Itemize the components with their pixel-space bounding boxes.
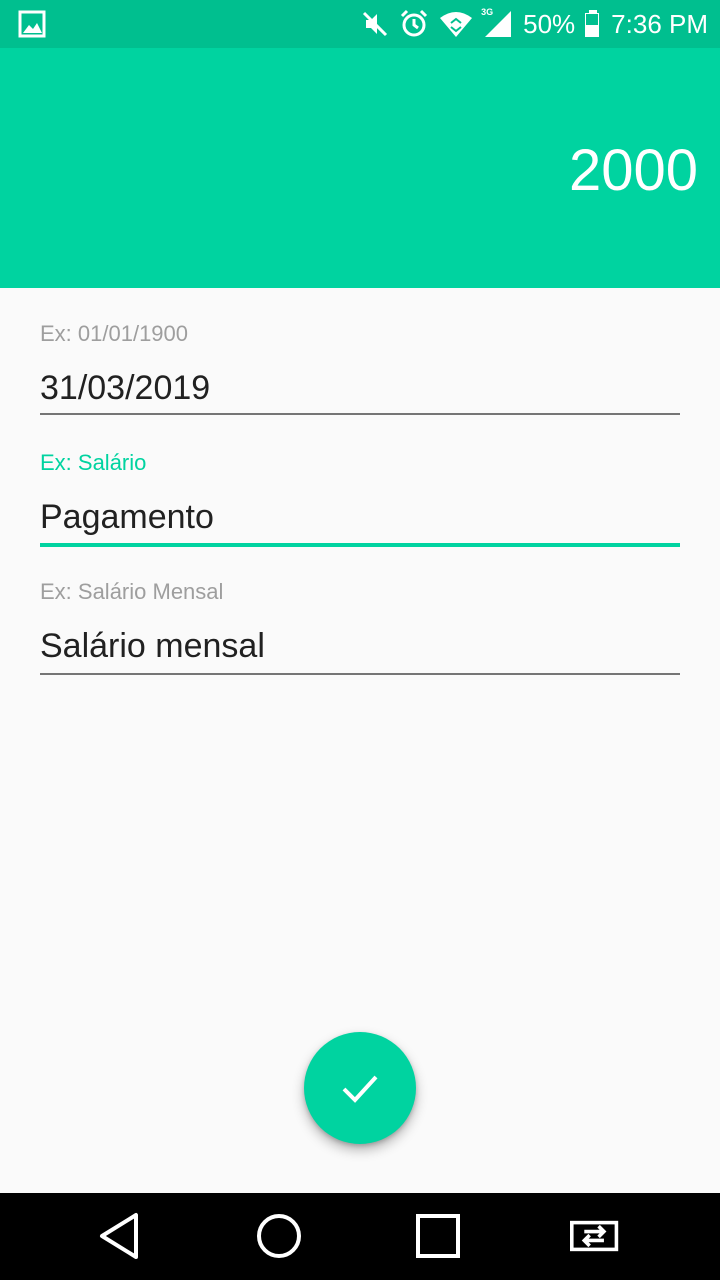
cell-signal-icon: 3G xyxy=(481,7,513,39)
navigation-bar xyxy=(0,1193,720,1280)
description-field-underline xyxy=(40,673,680,675)
category-field-underline xyxy=(40,543,680,547)
amount-value: 2000 xyxy=(568,138,698,203)
description-field-hint: Ex: Salário Mensal xyxy=(40,579,224,604)
image-notification-icon xyxy=(18,10,46,38)
status-bar: 3G 50% 7:36 PM xyxy=(0,0,720,48)
category-field-value[interactable]: Pagamento xyxy=(40,495,680,539)
category-field-hint: Ex: Salário xyxy=(40,450,147,475)
date-field-underline xyxy=(40,413,680,415)
check-icon xyxy=(342,1075,378,1103)
date-field[interactable]: Ex: 01/01/1900 31/03/2019 xyxy=(40,320,680,415)
battery-percent: 50% xyxy=(523,9,576,39)
mute-icon xyxy=(363,11,388,37)
clock: 7:36 PM xyxy=(611,9,708,39)
alarm-icon xyxy=(401,9,428,37)
home-icon[interactable] xyxy=(254,1211,304,1261)
amount-header: 2000 xyxy=(0,48,720,288)
description-field-value[interactable]: Salário mensal xyxy=(40,624,680,668)
description-field[interactable]: Ex: Salário Mensal Salário mensal xyxy=(40,578,680,675)
battery-icon xyxy=(585,10,601,38)
date-field-hint: Ex: 01/01/1900 xyxy=(40,321,189,346)
recents-icon[interactable] xyxy=(413,1211,463,1261)
switch-apps-icon[interactable] xyxy=(570,1211,620,1261)
category-field[interactable]: Ex: Salário Pagamento xyxy=(40,449,680,547)
wifi-icon xyxy=(440,12,473,37)
back-icon[interactable] xyxy=(96,1211,146,1261)
confirm-button[interactable] xyxy=(304,1032,416,1144)
date-field-value[interactable]: 31/03/2019 xyxy=(40,366,680,410)
network-type: 3G xyxy=(481,7,494,17)
